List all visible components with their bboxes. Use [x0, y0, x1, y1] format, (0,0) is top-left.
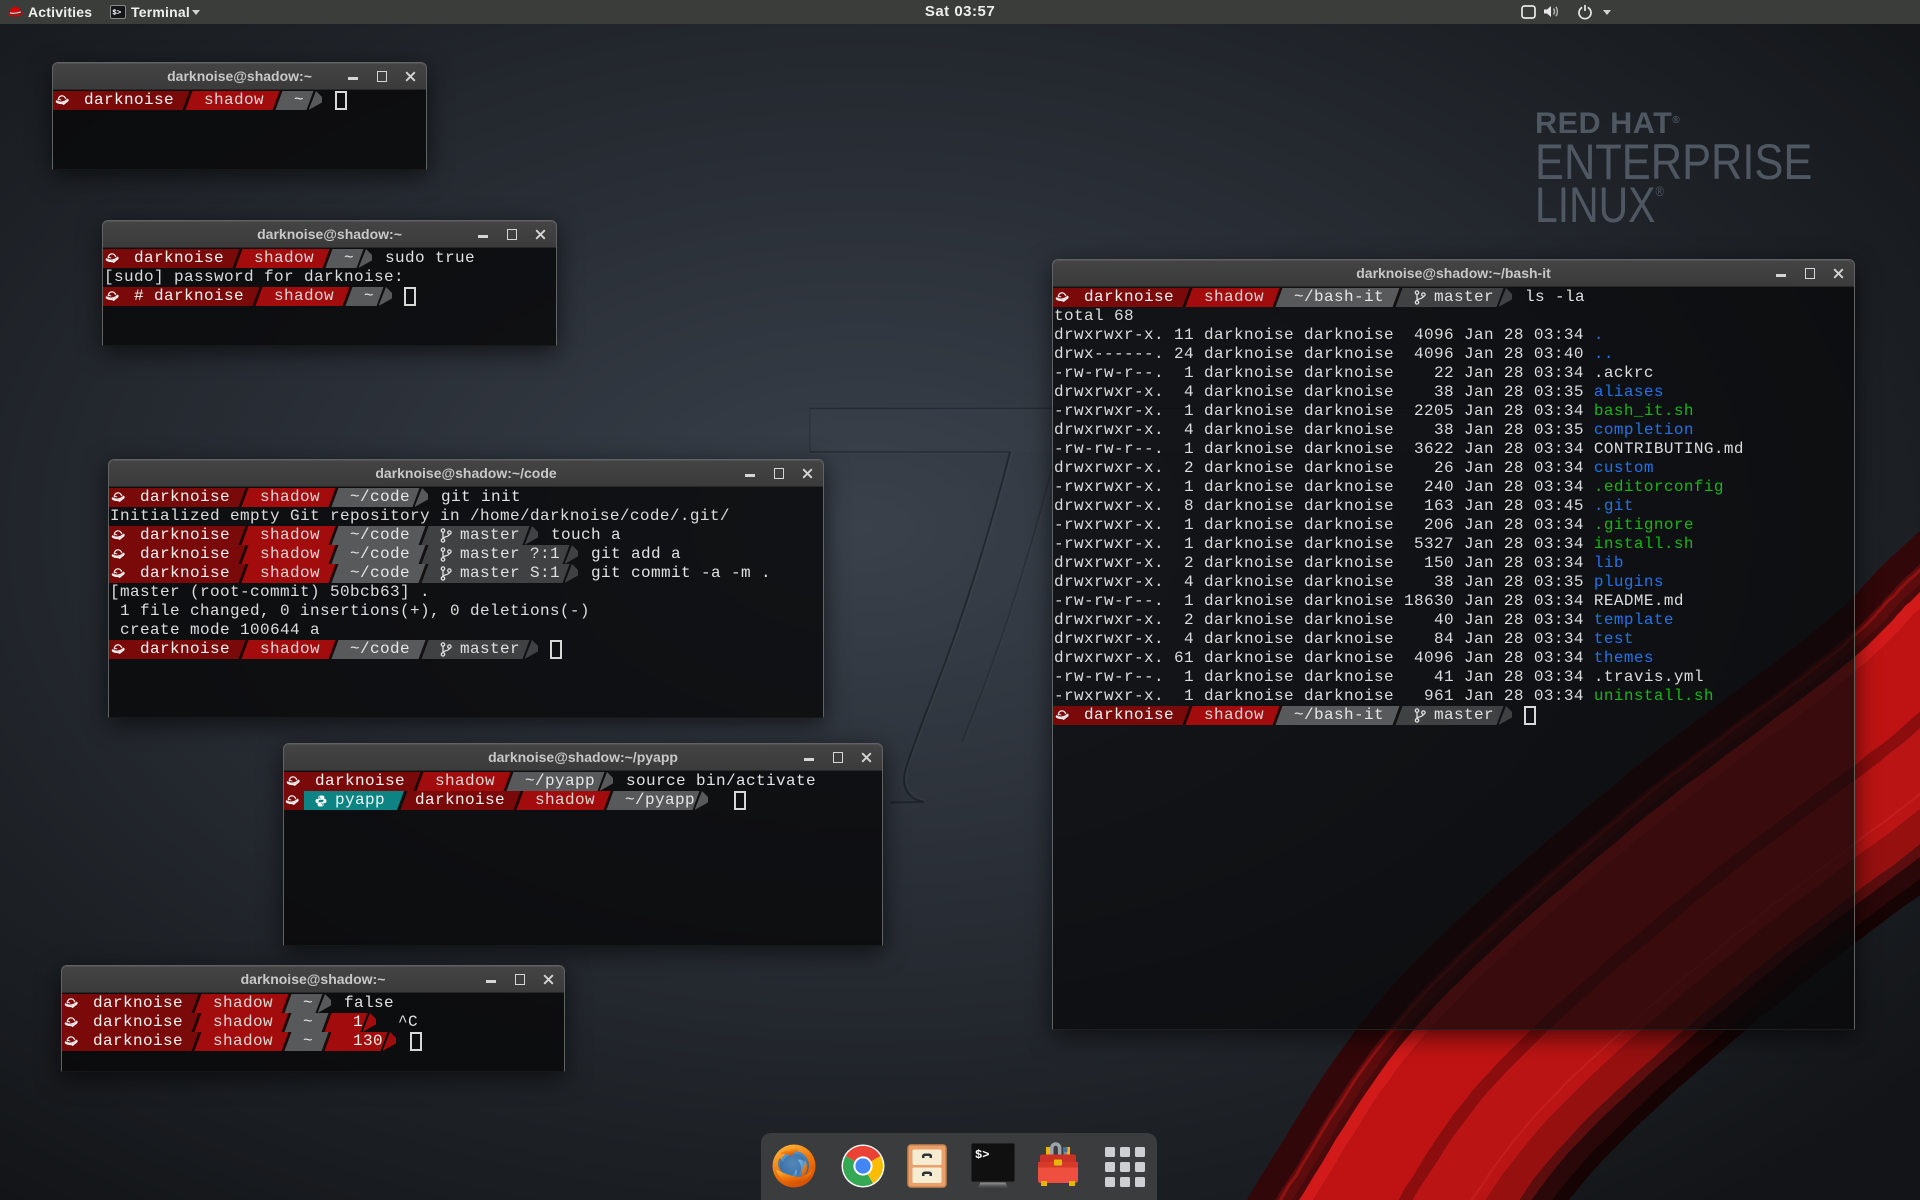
svg-text:$>: $>	[975, 1148, 989, 1162]
svg-text:$>: $>	[112, 10, 122, 18]
